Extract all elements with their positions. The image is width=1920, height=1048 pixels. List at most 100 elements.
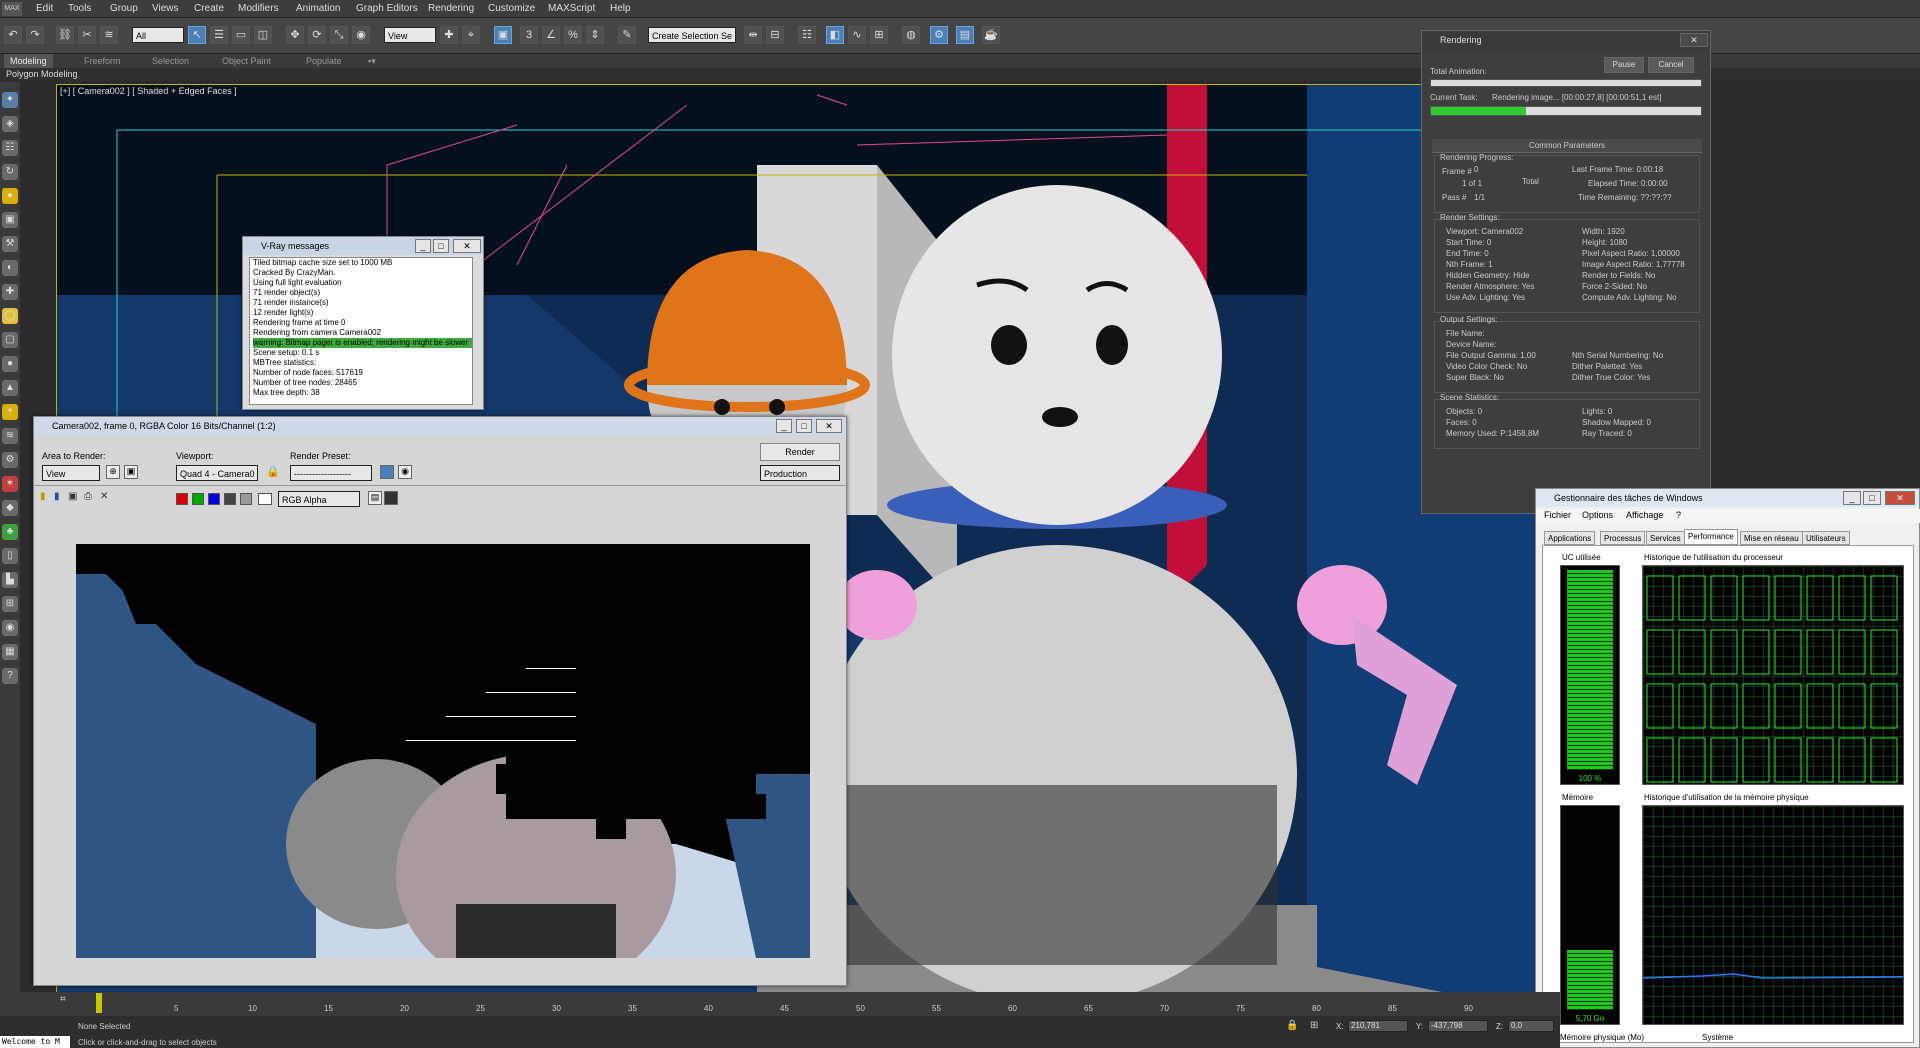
scale-icon[interactable]: ⤡ xyxy=(330,26,348,44)
shape-icon[interactable]: ◯ xyxy=(2,308,18,324)
viewport-label[interactable]: [+] [ Camera002 ] [ Shaded + Edged Faces… xyxy=(60,86,237,96)
production-dropdown[interactable]: Production xyxy=(760,465,840,481)
menu-affichage[interactable]: Affichage xyxy=(1626,510,1663,520)
rendering-title-bar[interactable]: Rendering ✕ xyxy=(1422,31,1710,51)
menu-modifiers[interactable]: Modifiers xyxy=(238,0,279,18)
close-icon[interactable]: ✕ xyxy=(816,419,842,433)
redo-icon[interactable]: ↷ xyxy=(26,26,44,44)
app-logo-icon[interactable]: MAX xyxy=(2,2,22,16)
menu-help[interactable]: ? xyxy=(1676,510,1681,520)
edit-named-selection-icon[interactable]: ✎ xyxy=(618,26,636,44)
sphere-icon[interactable]: ● xyxy=(2,356,18,372)
rectangular-selection-icon[interactable]: ▭ xyxy=(232,26,250,44)
menu-help[interactable]: Help xyxy=(610,0,631,18)
move-icon[interactable]: ✥ xyxy=(286,26,304,44)
close-icon[interactable]: ✕ xyxy=(1885,491,1915,505)
schematic-view-icon[interactable]: ⊞ xyxy=(870,26,888,44)
pause-button[interactable]: Pause xyxy=(1604,57,1644,73)
menu-fichier[interactable]: Fichier xyxy=(1544,510,1571,520)
absolute-mode-icon[interactable]: ⊞ xyxy=(1310,1020,1318,1031)
rendered-frame-window-icon[interactable]: ▤ xyxy=(956,26,974,44)
toggle-ui-icon[interactable] xyxy=(384,491,398,505)
helper-icon[interactable]: ✚ xyxy=(2,284,18,300)
pivot-icon[interactable]: ✚ xyxy=(440,26,458,44)
modify-icon[interactable]: ◈ xyxy=(2,116,18,132)
undo-icon[interactable]: ↶ xyxy=(4,26,22,44)
particle-icon[interactable]: ✶ xyxy=(2,476,18,492)
sun-icon[interactable]: ☀ xyxy=(2,404,18,420)
time-slider-handle[interactable] xyxy=(96,993,102,1013)
swatch-icon[interactable] xyxy=(258,493,272,505)
clear-icon[interactable]: ✕ xyxy=(100,491,108,502)
tab-services[interactable]: Services xyxy=(1646,531,1685,545)
system-icon[interactable]: ⚙ xyxy=(2,452,18,468)
menu-tools[interactable]: Tools xyxy=(68,0,91,18)
close-icon[interactable]: ✕ xyxy=(453,239,481,253)
area-to-render-dropdown[interactable]: View xyxy=(42,465,100,481)
place-icon[interactable]: ◉ xyxy=(352,26,370,44)
minimize-icon[interactable]: _ xyxy=(415,239,431,253)
tab-populate[interactable]: Populate xyxy=(300,54,348,68)
lock-selection-icon[interactable]: 🔒 xyxy=(1286,1020,1298,1031)
percent-snap-icon[interactable]: % xyxy=(564,26,582,44)
menu-customize[interactable]: Customize xyxy=(488,0,535,18)
alpha-channel-icon[interactable] xyxy=(224,493,236,505)
snaps-toggle-icon[interactable]: 3 xyxy=(520,26,538,44)
tab-performance[interactable]: Performance xyxy=(1684,529,1738,545)
vray-log[interactable]: Tiled bitmap cache size set to 1000 MB C… xyxy=(249,257,473,405)
foliage-icon[interactable]: ♣ xyxy=(2,524,18,540)
light-icon[interactable]: ● xyxy=(2,188,18,204)
curve-editor-icon[interactable]: ∿ xyxy=(848,26,866,44)
cone-icon[interactable]: ▲ xyxy=(2,380,18,396)
minimize-icon[interactable]: _ xyxy=(776,419,792,433)
close-icon[interactable]: ✕ xyxy=(1680,33,1708,47)
motion-icon[interactable]: ↻ xyxy=(2,164,18,180)
channel-dropdown[interactable]: RGB Alpha xyxy=(278,491,360,507)
clone-frame-icon[interactable]: ▣ xyxy=(68,491,77,502)
select-manipulate-icon[interactable]: ⌖ xyxy=(462,26,480,44)
y-coordinate-field[interactable]: -437,798 xyxy=(1428,1020,1488,1032)
lock-icon[interactable]: 🔒 xyxy=(266,465,280,478)
camera-icon[interactable]: ◐ xyxy=(2,260,18,276)
green-channel-icon[interactable] xyxy=(192,493,204,505)
render-setup-icon[interactable]: ⚙ xyxy=(930,26,948,44)
z-coordinate-field[interactable]: 0,0 xyxy=(1508,1020,1554,1032)
keyboard-shortcut-icon[interactable]: ▣ xyxy=(494,26,512,44)
grid-icon[interactable]: ▦ xyxy=(2,644,18,660)
material-editor-icon[interactable]: ◍ xyxy=(902,26,920,44)
sphere-primitive-icon[interactable]: ◉ xyxy=(2,620,18,636)
menu-rendering[interactable]: Rendering xyxy=(428,0,474,18)
x-coordinate-field[interactable]: 210,781 xyxy=(1348,1020,1408,1032)
maximize-icon[interactable]: □ xyxy=(796,419,812,433)
maxscript-listener[interactable]: Welcome to M xyxy=(0,1036,70,1048)
menu-options[interactable]: Options xyxy=(1582,510,1613,520)
copy-image-icon[interactable]: ▮ xyxy=(54,491,60,502)
menu-group[interactable]: Group xyxy=(110,0,138,18)
utilities-icon[interactable]: ⚒ xyxy=(2,236,18,252)
layer-manager-icon[interactable]: ☷ xyxy=(798,26,816,44)
select-object-icon[interactable]: ↖ xyxy=(188,26,206,44)
hierarchy-icon[interactable]: ☷ xyxy=(2,140,18,156)
render-setup-icon[interactable] xyxy=(380,465,394,479)
named-selection-dropdown[interactable]: Create Selection Se xyxy=(648,27,736,43)
door-icon[interactable]: ▯ xyxy=(2,548,18,564)
menu-edit[interactable]: Edit xyxy=(36,0,53,18)
render-button[interactable]: Render xyxy=(760,443,840,461)
vray-title-bar[interactable]: V-Ray messages _ □ ✕ xyxy=(243,237,483,255)
menu-maxscript[interactable]: MAXScript xyxy=(548,0,595,18)
graphite-toggle-icon[interactable]: ◧ xyxy=(826,26,844,44)
help-circle-icon[interactable]: ? xyxy=(2,668,18,684)
tab-freeform[interactable]: Freeform xyxy=(78,54,127,68)
save-image-icon[interactable]: ▮ xyxy=(40,491,46,502)
angle-snap-icon[interactable]: ∠ xyxy=(542,26,560,44)
reference-coordinate-dropdown[interactable]: View xyxy=(384,27,436,43)
box-icon[interactable]: ▢ xyxy=(2,332,18,348)
environment-icon[interactable]: ◉ xyxy=(398,465,412,479)
bind-space-warp-icon[interactable]: ≋ xyxy=(100,26,118,44)
spinner-snap-icon[interactable]: ⇕ xyxy=(586,26,604,44)
maximize-icon[interactable]: □ xyxy=(433,239,449,253)
menu-create[interactable]: Create xyxy=(194,0,224,18)
auto-region-icon[interactable]: ▣ xyxy=(124,465,138,479)
key-filter-icon[interactable]: ⌗ xyxy=(60,994,66,1005)
unlink-icon[interactable]: ✂ xyxy=(78,26,96,44)
